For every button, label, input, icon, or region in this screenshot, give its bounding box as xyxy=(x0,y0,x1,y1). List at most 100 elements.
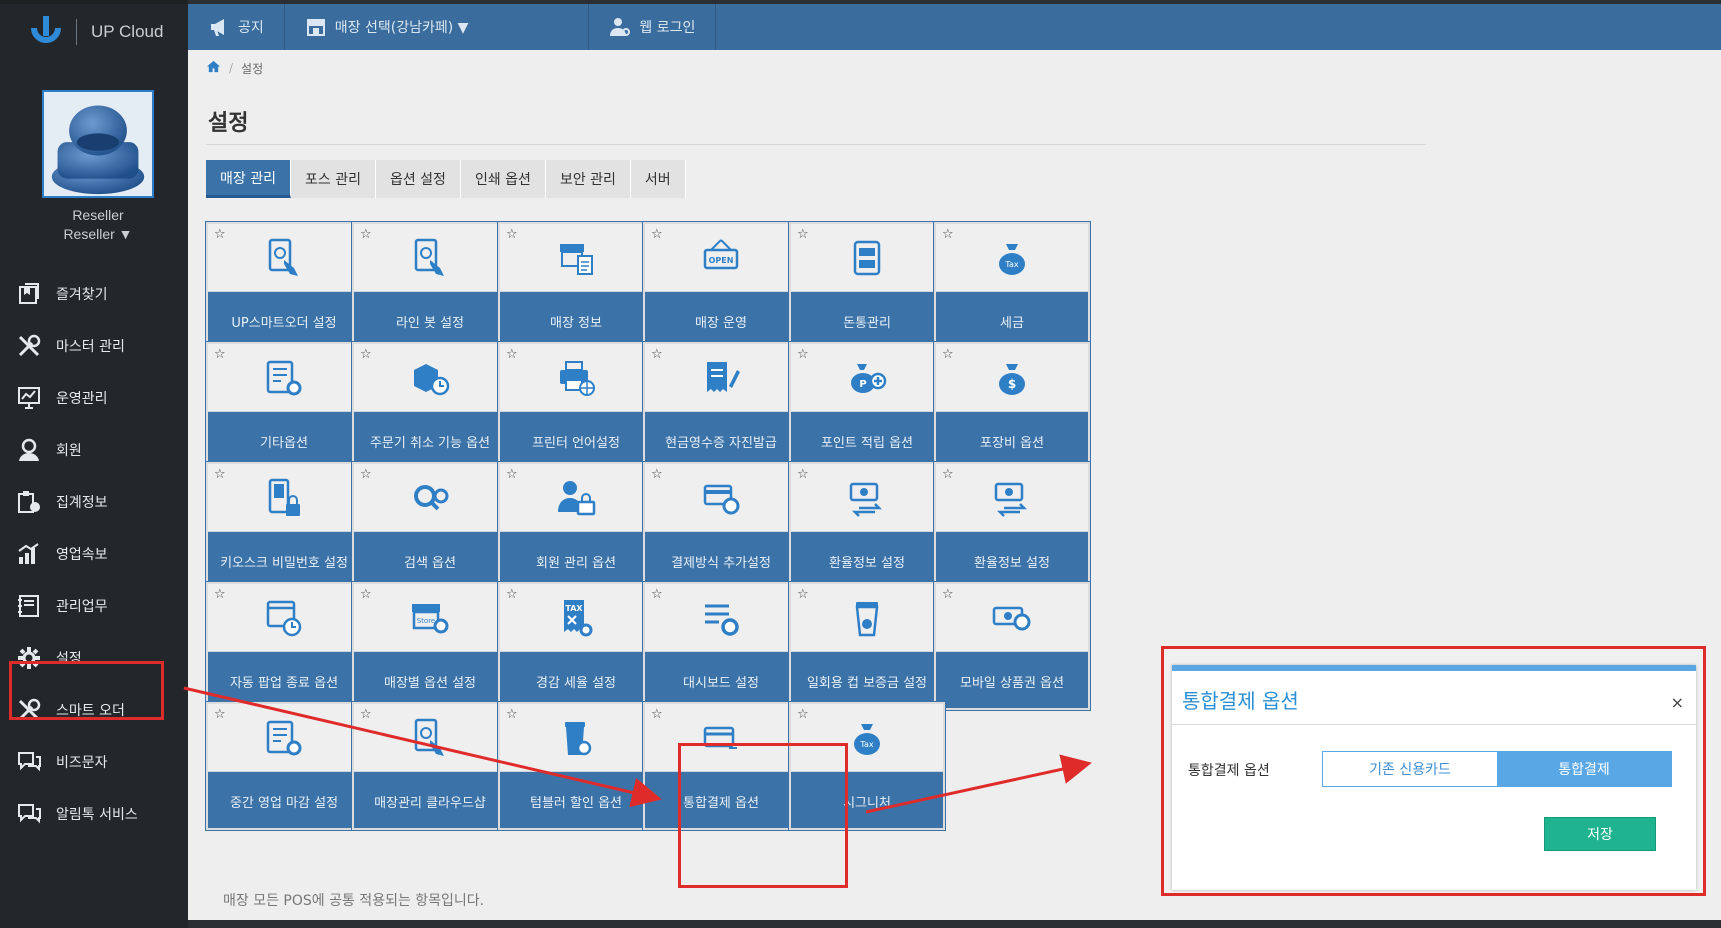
favorite-star-icon[interactable]: ☆ xyxy=(214,227,226,242)
favorite-star-icon[interactable]: ☆ xyxy=(651,347,663,362)
favorite-star-icon[interactable]: ☆ xyxy=(214,587,226,602)
settings-tile[interactable]: ☆ OPEN 매장 운영 xyxy=(642,221,800,351)
sidebar-item-sales-flash[interactable]: 영업속보 xyxy=(14,534,186,574)
favorite-star-icon[interactable]: ☆ xyxy=(651,467,663,482)
chart-monitor-icon xyxy=(14,383,44,413)
favorite-star-icon[interactable]: ☆ xyxy=(214,707,226,722)
settings-tile[interactable]: ☆ 프린터 언어설정 xyxy=(497,341,655,471)
settings-tile[interactable]: ☆ 매장 정보 xyxy=(497,221,655,351)
tab-security[interactable]: 보안 관리 xyxy=(545,160,631,198)
notice-label: 공지 xyxy=(238,20,264,36)
tile-icon-area: ☆ xyxy=(645,344,797,412)
settings-tile[interactable]: ☆ 검색 옵션 xyxy=(351,461,509,591)
sidebar-item-alimtalk[interactable]: 알림톡 서비스 xyxy=(14,794,186,834)
settings-tile[interactable]: ☆ Store 매장별 옵션 설정 xyxy=(351,581,509,711)
favorite-star-icon[interactable]: ☆ xyxy=(797,707,809,722)
favorite-star-icon[interactable]: ☆ xyxy=(797,467,809,482)
favorite-star-icon[interactable]: ☆ xyxy=(214,467,226,482)
tile-icon-area: ☆ xyxy=(500,344,652,412)
save-button[interactable]: 저장 xyxy=(1544,817,1656,851)
favorite-star-icon[interactable]: ☆ xyxy=(506,347,518,362)
store-select-dropdown[interactable]: 매장 선택(강남카페) ▼ xyxy=(285,4,590,50)
sidebar-item-favorites[interactable]: 즐겨찾기 xyxy=(14,274,186,314)
tab-print-options[interactable]: 인쇄 옵션 xyxy=(460,160,546,198)
user-gear-icon xyxy=(610,18,631,36)
integrated-payment-dialog: 통합결제 옵션 × 통합결제 옵션 기존 신용카드 통합결제 저장 xyxy=(1172,665,1696,890)
settings-tile[interactable]: ☆ 기타옵션 xyxy=(205,341,363,471)
favorite-star-icon[interactable]: ☆ xyxy=(360,707,372,722)
tile-icon-area: ☆ xyxy=(354,464,506,532)
avatar[interactable] xyxy=(42,90,154,198)
settings-tile[interactable]: ☆ 모바일 상품권 옵션 xyxy=(933,581,1091,711)
favorite-star-icon[interactable]: ☆ xyxy=(506,227,518,242)
favorite-star-icon[interactable]: ☆ xyxy=(360,227,372,242)
settings-tile[interactable]: ☆ 라인 봇 설정 xyxy=(351,221,509,351)
favorite-star-icon[interactable]: ☆ xyxy=(506,587,518,602)
settings-tile[interactable]: ☆ UP스마트오더 설정 xyxy=(205,221,363,351)
settings-tile[interactable]: ☆ $ 포장비 옵션 xyxy=(933,341,1091,471)
cash-drawer-icon xyxy=(853,240,881,276)
favorite-star-icon[interactable]: ☆ xyxy=(942,347,954,362)
favorite-star-icon[interactable]: ☆ xyxy=(651,707,663,722)
settings-tile[interactable]: ☆ P 포인트 적립 옵션 xyxy=(788,341,946,471)
user-menu-toggle[interactable]: Reseller ▼ xyxy=(0,226,196,242)
favorite-star-icon[interactable]: ☆ xyxy=(360,347,372,362)
home-icon[interactable] xyxy=(206,59,221,77)
web-login-button[interactable]: 웹 로그인 xyxy=(589,4,717,50)
sidebar-item-label: 비즈문자 xyxy=(56,755,108,771)
tile-label: 텀블러 할인 옵션 xyxy=(530,795,622,811)
tile-label: 중간 영업 마감 설정 xyxy=(229,795,339,811)
tile-icon-area: ☆ xyxy=(354,224,506,292)
tab-server[interactable]: 서버 xyxy=(630,160,686,198)
settings-tile[interactable]: ☆ 환율정보 설정 xyxy=(933,461,1091,591)
favorite-star-icon[interactable]: ☆ xyxy=(942,227,954,242)
tab-store-management[interactable]: 매장 관리 xyxy=(206,160,291,198)
favorite-star-icon[interactable]: ☆ xyxy=(797,347,809,362)
favorite-star-icon[interactable]: ☆ xyxy=(942,587,954,602)
card-gear-icon xyxy=(703,484,740,515)
favorite-star-icon[interactable]: ☆ xyxy=(506,467,518,482)
settings-tile[interactable]: ☆ 결제방식 추가설정 xyxy=(642,461,800,591)
existing-card-button[interactable]: 기존 신용카드 xyxy=(1323,752,1497,786)
app-logo[interactable]: UP Cloud xyxy=(0,8,188,56)
integrated-payment-button[interactable]: 통합결제 xyxy=(1497,752,1671,786)
favorite-star-icon[interactable]: ☆ xyxy=(942,467,954,482)
chat-icon xyxy=(14,799,44,829)
sidebar-item-admin-tasks[interactable]: 관리업무 xyxy=(14,586,186,626)
favorite-star-icon[interactable]: ☆ xyxy=(214,347,226,362)
tab-pos-management[interactable]: 포스 관리 xyxy=(290,160,376,198)
settings-tile[interactable]: ☆ 키오스크 비밀번호 설정 xyxy=(205,461,363,591)
favorite-star-icon[interactable]: ☆ xyxy=(506,707,518,722)
favorite-star-icon[interactable]: ☆ xyxy=(797,227,809,242)
tablet-touch-icon xyxy=(268,238,298,276)
notice-button[interactable]: 공지 xyxy=(188,4,285,50)
settings-tile[interactable]: ☆ 돈통관리 xyxy=(788,221,946,351)
close-icon[interactable]: × xyxy=(1671,693,1684,712)
settings-tabs: 매장 관리 포스 관리 옵션 설정 인쇄 옵션 보안 관리 서버 xyxy=(206,160,686,198)
sidebar-item-operations[interactable]: 운영관리 xyxy=(14,378,186,418)
settings-tile[interactable]: ☆ Tax 세금 xyxy=(933,221,1091,351)
svg-text:Store: Store xyxy=(417,617,436,625)
settings-tile[interactable]: ☆ 현금영수증 자진발급 xyxy=(642,341,800,471)
sidebar-item-aggregate[interactable]: 집계정보 xyxy=(14,482,186,522)
favorite-star-icon[interactable]: ☆ xyxy=(651,227,663,242)
settings-tile[interactable]: ☆ TAX 경감 세율 설정 xyxy=(497,581,655,711)
sidebar-item-members[interactable]: 회원 xyxy=(14,430,186,470)
settings-tile[interactable]: ☆ 자동 팝업 종료 옵션 xyxy=(205,581,363,711)
sidebar-item-master[interactable]: 마스터 관리 xyxy=(14,326,186,366)
favorite-star-icon[interactable]: ☆ xyxy=(360,467,372,482)
settings-tile[interactable]: ☆ 일회용 컵 보증금 설정 xyxy=(788,581,946,711)
settings-tile[interactable]: ☆ 텀블러 할인 옵션 xyxy=(497,701,655,831)
settings-tile[interactable]: ☆ 중간 영업 마감 설정 xyxy=(205,701,363,831)
settings-tile[interactable]: ☆ 회원 관리 옵션 xyxy=(497,461,655,591)
favorite-star-icon[interactable]: ☆ xyxy=(651,587,663,602)
tab-option-settings[interactable]: 옵션 설정 xyxy=(375,160,461,198)
settings-tile[interactable]: ☆ 매장관리 클라우드샵 xyxy=(351,701,509,831)
settings-tile[interactable]: ☆ 주문기 취소 기능 옵션 xyxy=(351,341,509,471)
settings-tile[interactable]: ☆ 환율정보 설정 xyxy=(788,461,946,591)
settings-tile[interactable]: ☆ 대시보드 설정 xyxy=(642,581,800,711)
receipt-pen-icon xyxy=(707,362,740,392)
sidebar-item-biz-sms[interactable]: 비즈문자 xyxy=(14,742,186,782)
favorite-star-icon[interactable]: ☆ xyxy=(360,587,372,602)
favorite-star-icon[interactable]: ☆ xyxy=(797,587,809,602)
